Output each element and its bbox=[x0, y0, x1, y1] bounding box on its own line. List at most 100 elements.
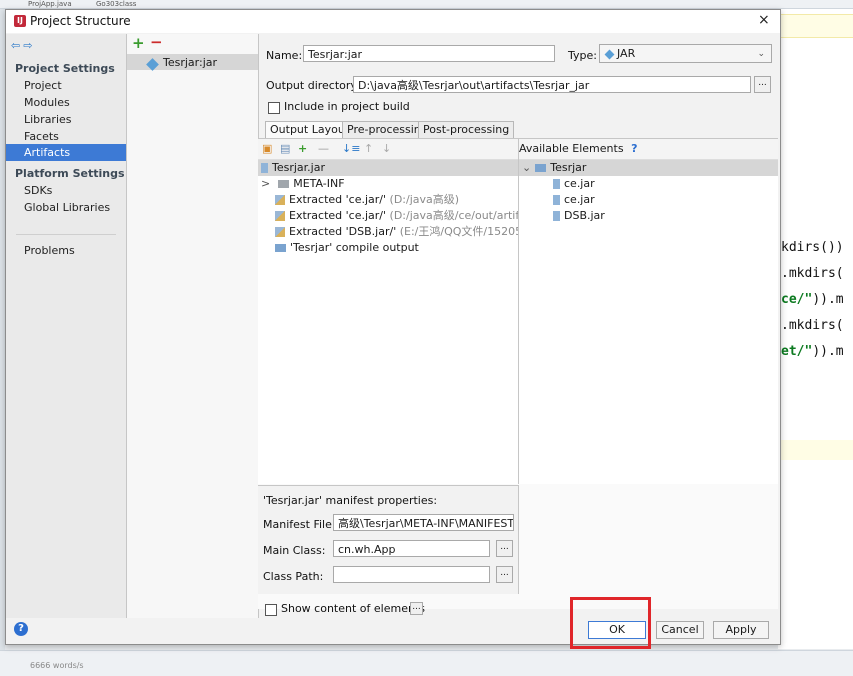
nav-item-facets[interactable]: Facets bbox=[24, 130, 59, 143]
jar-type-icon bbox=[604, 49, 615, 59]
move-up-icon[interactable]: ↑ bbox=[364, 142, 373, 155]
manifest-file-input[interactable]: 高级\Tesrjar\META-INF\MANIFEST.MF bbox=[333, 514, 514, 531]
nav-item-project[interactable]: Project bbox=[24, 79, 62, 92]
ide-editor-highlight-top bbox=[778, 14, 853, 38]
layout-tree-item[interactable]: Extracted 'ce.jar/' (D:/java高级/ce/out/ar… bbox=[258, 208, 518, 224]
code-line: ce/")).m bbox=[781, 292, 844, 307]
layout-tree-item[interactable]: Extracted 'ce.jar/' (D:/java高级) bbox=[258, 192, 518, 208]
close-button[interactable]: × bbox=[758, 12, 770, 28]
show-content-checkbox[interactable] bbox=[265, 604, 277, 616]
sort-elements-icon[interactable]: ↓≡ bbox=[342, 142, 360, 155]
remove-element-icon[interactable]: — bbox=[318, 142, 329, 155]
jar-file-icon bbox=[553, 211, 560, 221]
output-directory-label: Output directory: bbox=[266, 79, 360, 92]
browse-main-class-button[interactable]: ... bbox=[496, 540, 513, 557]
code-line: .mkdirs( bbox=[781, 318, 844, 333]
ide-status-text: 6666 words/s bbox=[30, 661, 84, 670]
nav-heading-platform-settings: Platform Settings bbox=[15, 167, 125, 180]
ide-status-bar bbox=[0, 650, 853, 676]
nav-item-modules[interactable]: Modules bbox=[24, 96, 70, 109]
module-folder-icon bbox=[535, 164, 547, 172]
name-input[interactable]: Tesrjar:jar bbox=[303, 45, 555, 62]
available-elements-pane: Available Elements ? ⌄ Tesrjar ce.jar ce.… bbox=[519, 139, 778, 484]
output-layout-panel: ▣ ▤ + — ↓≡ ↑ ↓ Tesrjar.jar > META-INF Ext… bbox=[258, 138, 778, 616]
chevron-right-icon[interactable]: > bbox=[261, 177, 270, 190]
main-class-label: Main Class: bbox=[263, 544, 326, 557]
tab-post-processing[interactable]: Post-processing bbox=[418, 121, 515, 139]
settings-nav: ⇦⇨ Project Settings Project Modules Libr… bbox=[6, 34, 127, 618]
class-path-input[interactable] bbox=[333, 566, 490, 583]
help-button[interactable]: ? bbox=[14, 622, 28, 636]
new-folder-icon[interactable]: ▣ bbox=[262, 142, 272, 155]
back-forward-arrows-icon[interactable]: ⇦⇨ bbox=[11, 39, 35, 52]
jar-file-icon bbox=[553, 195, 560, 205]
jar-file-icon bbox=[553, 179, 560, 189]
help-icon[interactable]: ? bbox=[631, 142, 637, 155]
available-root[interactable]: ⌄ Tesrjar bbox=[519, 160, 778, 176]
available-elements-header: Available Elements ? bbox=[519, 139, 778, 160]
include-in-build-label: Include in project build bbox=[284, 100, 410, 113]
add-archive-icon[interactable]: ▤ bbox=[280, 142, 290, 155]
extracted-jar-icon bbox=[275, 227, 285, 237]
nav-item-global-libraries[interactable]: Global Libraries bbox=[24, 201, 110, 214]
available-item[interactable]: ce.jar bbox=[519, 192, 778, 208]
include-in-build-checkbox[interactable] bbox=[268, 102, 280, 114]
artifact-item-label: Tesrjar:jar bbox=[163, 56, 218, 69]
add-artifact-button[interactable]: + bbox=[132, 34, 145, 52]
intellij-app-icon: IJ bbox=[14, 15, 26, 27]
layout-tree-root[interactable]: Tesrjar.jar bbox=[258, 160, 518, 176]
ide-editor-highlight-line bbox=[778, 440, 853, 460]
available-item[interactable]: ce.jar bbox=[519, 176, 778, 192]
layout-tree-item[interactable]: 'Tesrjar' compile output bbox=[258, 240, 518, 256]
dialog-titlebar[interactable]: IJ Project Structure × bbox=[6, 10, 780, 33]
show-content-row: Show content of elements ... bbox=[258, 593, 778, 616]
manifest-title: 'Tesrjar.jar' manifest properties: bbox=[263, 494, 438, 507]
move-down-icon[interactable]: ↓ bbox=[382, 142, 391, 155]
available-item[interactable]: DSB.jar bbox=[519, 208, 778, 224]
apply-button[interactable]: Apply bbox=[713, 621, 769, 639]
extracted-jar-icon bbox=[275, 211, 285, 221]
type-label: Type: bbox=[568, 49, 597, 62]
folder-icon bbox=[278, 180, 290, 188]
ide-tab-1[interactable]: ProjApp.java bbox=[28, 0, 72, 8]
layout-tree-pane: ▣ ▤ + — ↓≡ ↑ ↓ Tesrjar.jar > META-INF Ext… bbox=[258, 139, 519, 484]
main-class-input[interactable]: cn.wh.App bbox=[333, 540, 490, 557]
layout-tree-item[interactable]: > META-INF bbox=[258, 176, 518, 192]
output-directory-input[interactable]: D:\java高级\Tesrjar\out\artifacts\Tesrjar_… bbox=[353, 76, 751, 93]
manifest-file-label: Manifest File: bbox=[263, 518, 336, 531]
browse-output-directory-button[interactable]: ... bbox=[754, 76, 771, 93]
class-path-label: Class Path: bbox=[263, 570, 324, 583]
add-copy-icon[interactable]: + bbox=[298, 142, 307, 155]
cancel-button[interactable]: Cancel bbox=[656, 621, 704, 639]
nav-item-sdks[interactable]: SDKs bbox=[24, 184, 52, 197]
show-content-options-button[interactable]: ... bbox=[410, 602, 423, 615]
remove-artifact-button[interactable]: − bbox=[150, 33, 163, 51]
ide-tab-2[interactable]: Go303class bbox=[96, 0, 136, 8]
manifest-properties-panel: 'Tesrjar.jar' manifest properties: Manif… bbox=[258, 485, 519, 594]
project-structure-dialog: IJ Project Structure × ⇦⇨ Project Settin… bbox=[5, 9, 781, 645]
nav-item-libraries[interactable]: Libraries bbox=[24, 113, 72, 126]
jar-artifact-icon bbox=[146, 57, 161, 71]
tab-output-layout[interactable]: Output Layout bbox=[265, 121, 355, 139]
type-select-value: JAR bbox=[617, 47, 636, 60]
extracted-jar-icon bbox=[275, 195, 285, 205]
code-line: kdirs()) bbox=[781, 240, 844, 255]
code-line: et/")).m bbox=[781, 344, 844, 359]
artifact-item[interactable]: Tesrjar:jar bbox=[127, 54, 258, 71]
chevron-down-icon: ⌄ bbox=[757, 49, 765, 59]
code-line: .mkdirs( bbox=[781, 266, 844, 281]
ide-tab-strip: ProjApp.java Go303class bbox=[0, 0, 853, 9]
available-elements-title: Available Elements bbox=[519, 142, 624, 155]
dialog-title: Project Structure bbox=[30, 14, 131, 28]
layout-tree-item[interactable]: Extracted 'DSB.jar/' (E:/王鸿/QQ文件/1520577… bbox=[258, 224, 518, 240]
nav-divider bbox=[16, 234, 116, 235]
browse-class-path-button[interactable]: ... bbox=[496, 566, 513, 583]
type-select[interactable]: JAR ⌄ bbox=[599, 44, 772, 63]
nav-item-artifacts[interactable]: Artifacts bbox=[6, 144, 126, 161]
name-label: Name: bbox=[266, 49, 303, 62]
chevron-down-icon[interactable]: ⌄ bbox=[522, 161, 531, 174]
jar-file-icon bbox=[261, 163, 268, 173]
layout-toolbar: ▣ ▤ + — ↓≡ ↑ ↓ bbox=[258, 139, 518, 160]
nav-item-problems[interactable]: Problems bbox=[24, 244, 75, 257]
show-content-label: Show content of elements bbox=[281, 602, 425, 615]
